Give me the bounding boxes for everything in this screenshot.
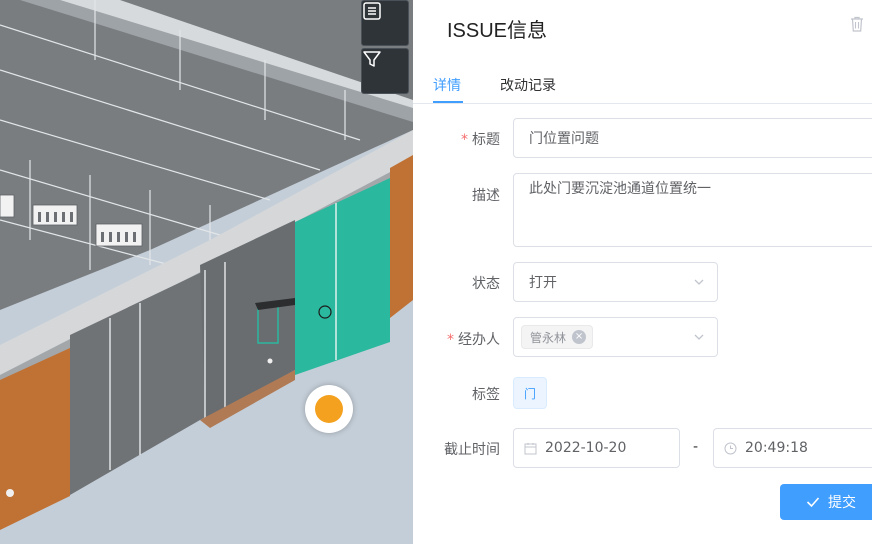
building-model [0,0,413,544]
marker-dot [315,395,343,423]
title-input-value: 门位置问题 [529,131,599,147]
time-value: 20:49:18 [745,440,808,456]
model-viewport[interactable] [0,0,413,544]
title-label: * 标题 [461,129,500,149]
status-select[interactable]: 打开 [513,262,718,302]
tab-detail[interactable]: 详情 [433,75,461,95]
calendar-icon [524,442,537,455]
required-mark: * [447,332,454,348]
status-label: 状态 [472,276,500,292]
clock-icon [724,442,737,455]
list-icon [363,2,381,20]
submit-label: 提交 [828,495,856,511]
tags-label: 标签 [472,387,500,403]
check-icon [806,497,820,508]
tag-door[interactable]: 门 [513,377,547,409]
panel-tabs: 详情 改动记录 [413,66,872,104]
chevron-down-icon [694,334,704,340]
issue-location-marker[interactable] [305,385,353,433]
filter-button[interactable] [361,48,409,94]
description-label: 描述 [472,188,500,204]
date-time-separator: - [693,439,699,455]
delete-button[interactable] [850,16,864,36]
assignee-select[interactable]: 管永林 × [513,317,718,357]
title-input[interactable]: 门位置问题 [513,118,872,158]
description-textarea[interactable]: 此处门要沉淀池通道位置统一 [513,173,872,247]
assignee-chip-label: 管永林 [530,330,567,345]
deadline-label: 截止时间 [444,442,500,458]
tab-change-log[interactable]: 改动记录 [500,75,556,95]
assignee-chip: 管永林 × [521,325,594,349]
trash-icon [851,16,863,32]
time-picker[interactable]: 20:49:18 [713,428,872,468]
assignee-label: * 经办人 [447,329,500,349]
title-label-text: 标题 [472,132,500,148]
description-value: 此处门要沉淀池通道位置统一 [529,181,711,197]
panel-title: ISSUE信息 [447,20,548,42]
list-view-button[interactable] [361,0,409,46]
chip-remove-icon[interactable]: × [572,330,587,344]
status-value: 打开 [529,275,557,291]
issue-panel: ISSUE信息 详情 改动记录 * 标题 门位置问题 描述 此处门要沉淀池通道位置… [413,0,872,544]
assignee-label-text: 经办人 [458,332,500,348]
submit-button[interactable]: 提交 [780,484,872,520]
date-value: 2022-10-20 [545,440,627,456]
required-mark: * [461,132,468,148]
active-tab-indicator [433,101,463,103]
chevron-down-icon [694,279,704,285]
date-picker[interactable]: 2022-10-20 [513,428,680,468]
filter-icon [363,51,381,67]
